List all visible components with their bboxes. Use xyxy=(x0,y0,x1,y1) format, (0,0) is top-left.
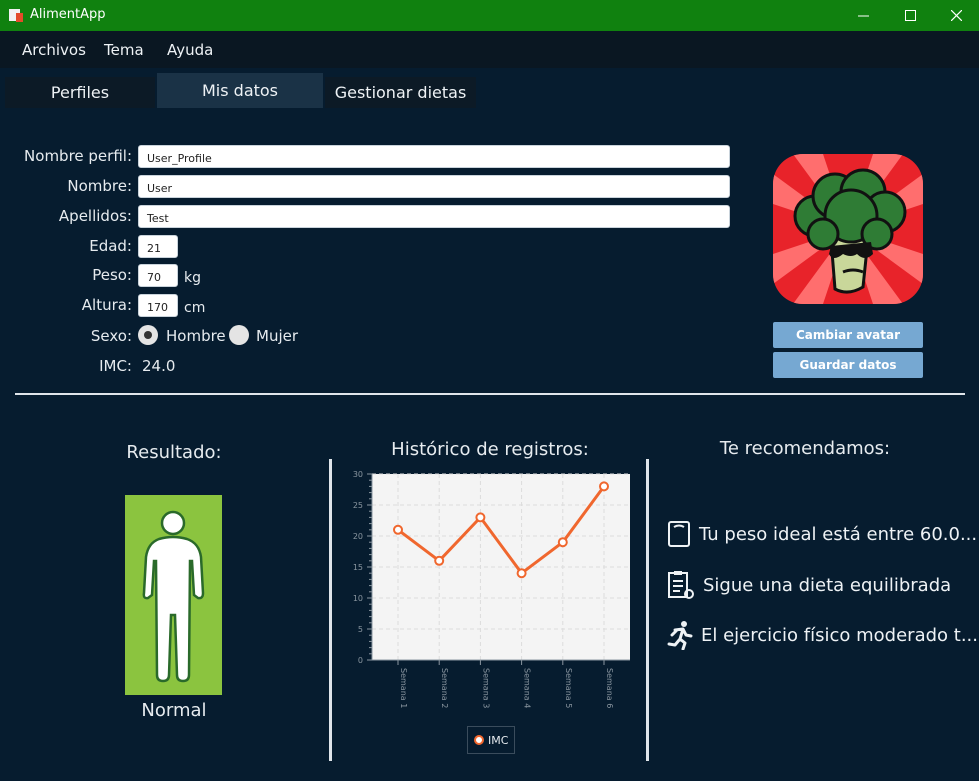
recommendation-text: Tu peso ideal está entre 60.0... xyxy=(699,523,978,545)
weight-field[interactable]: 70 xyxy=(138,264,178,287)
age-field[interactable]: 21 xyxy=(138,235,178,258)
right-vertical-divider xyxy=(646,459,649,761)
legend-label: IMC xyxy=(488,733,509,747)
y-tick-label: 25 xyxy=(353,501,363,510)
recommendation-text: El ejercicio físico moderado t... xyxy=(701,624,978,646)
x-tick-label: Semana 1 xyxy=(399,668,408,708)
bmi-label: IMC: xyxy=(99,357,132,375)
title-bar: AlimentApp xyxy=(0,0,979,31)
tab-mis-datos[interactable]: Mis datos xyxy=(157,73,323,108)
name-field[interactable]: User xyxy=(138,175,730,198)
menu-bar: Archivos Tema Ayuda xyxy=(0,31,979,68)
bmi-value: 24.0 xyxy=(142,357,176,375)
data-point xyxy=(434,555,445,566)
broccoli-avatar-image xyxy=(773,154,923,304)
app-icon xyxy=(9,9,23,22)
data-point xyxy=(599,481,609,492)
result-title: Resultado: xyxy=(126,442,222,463)
menu-ayuda[interactable]: Ayuda xyxy=(167,41,213,59)
y-tick-label: 5 xyxy=(358,625,363,634)
menu-archivos[interactable]: Archivos xyxy=(22,41,86,59)
profile-name-field[interactable]: User_Profile xyxy=(138,145,730,168)
sex-radio-hombre[interactable] xyxy=(138,325,158,345)
person-icon xyxy=(142,510,205,683)
tab-perfiles[interactable]: Perfiles xyxy=(5,77,155,108)
change-avatar-button[interactable]: Cambiar avatar xyxy=(773,322,923,348)
chart-legend: IMC xyxy=(467,726,515,754)
y-tick-label: 30 xyxy=(353,470,363,479)
save-data-button[interactable]: Guardar datos xyxy=(773,352,923,378)
history-title: Histórico de registros: xyxy=(391,439,589,460)
x-tick-label: Semana 2 xyxy=(440,668,449,708)
sex-option-hombre: Hombre xyxy=(166,327,226,345)
menu-tema[interactable]: Tema xyxy=(104,41,144,59)
x-tick-label: Semana 4 xyxy=(523,668,532,708)
section-divider xyxy=(15,393,965,395)
running-person-icon xyxy=(667,621,693,650)
y-tick-label: 15 xyxy=(353,563,363,572)
y-tick-label: 20 xyxy=(353,532,363,541)
recommendation-item: Sigue una dieta equilibrada xyxy=(667,570,951,600)
diet-clipboard-icon xyxy=(668,571,694,599)
close-icon xyxy=(950,10,962,21)
scale-icon xyxy=(668,521,690,547)
sex-radio-mujer[interactable] xyxy=(229,325,249,345)
data-point xyxy=(475,512,486,523)
age-label: Edad: xyxy=(89,237,132,255)
x-tick-label: Semana 5 xyxy=(564,668,573,708)
minimize-icon xyxy=(857,15,869,17)
legend-marker-icon xyxy=(474,735,484,745)
surname-label: Apellidos: xyxy=(58,207,132,225)
height-label: Altura: xyxy=(81,296,132,314)
recommendations-title: Te recomendamos: xyxy=(719,438,891,459)
weight-label: Peso: xyxy=(92,266,132,284)
data-point xyxy=(393,524,403,535)
profile-name-label: Nombre perfil: xyxy=(24,147,132,165)
surname-field[interactable]: Test xyxy=(138,205,730,228)
sex-option-mujer: Mujer xyxy=(256,327,299,345)
maximize-icon xyxy=(904,10,916,21)
tab-gestionar-dietas[interactable]: Gestionar dietas xyxy=(325,77,476,108)
x-tick-label: Semana 6 xyxy=(605,668,614,708)
result-panel xyxy=(125,495,222,695)
data-point xyxy=(516,568,527,579)
result-status: Normal xyxy=(141,700,207,721)
y-tick-label: 10 xyxy=(353,594,363,603)
bmi-history-chart: 0 5 10 15 20 25 30 Semana 1 Semana 2 Semana 3 Sema… xyxy=(353,470,630,708)
height-field[interactable]: 170 xyxy=(138,294,178,317)
close-button[interactable] xyxy=(933,0,979,31)
data-point xyxy=(557,537,568,548)
recommendation-item: El ejercicio físico moderado t... xyxy=(667,620,978,650)
minimize-button[interactable] xyxy=(840,0,886,31)
maximize-button[interactable] xyxy=(887,0,933,31)
y-tick-label: 0 xyxy=(358,656,363,665)
weight-unit: kg xyxy=(184,270,201,286)
x-tick-label: Semana 3 xyxy=(481,668,490,708)
left-vertical-divider xyxy=(329,459,332,761)
height-unit: cm xyxy=(184,300,206,316)
sex-label: Sexo: xyxy=(90,327,132,345)
recommendation-text: Sigue una dieta equilibrada xyxy=(703,574,952,596)
recommendation-item: Tu peso ideal está entre 60.0... xyxy=(667,520,977,548)
name-label: Nombre: xyxy=(67,177,132,195)
window-title: AlimentApp xyxy=(30,7,106,22)
